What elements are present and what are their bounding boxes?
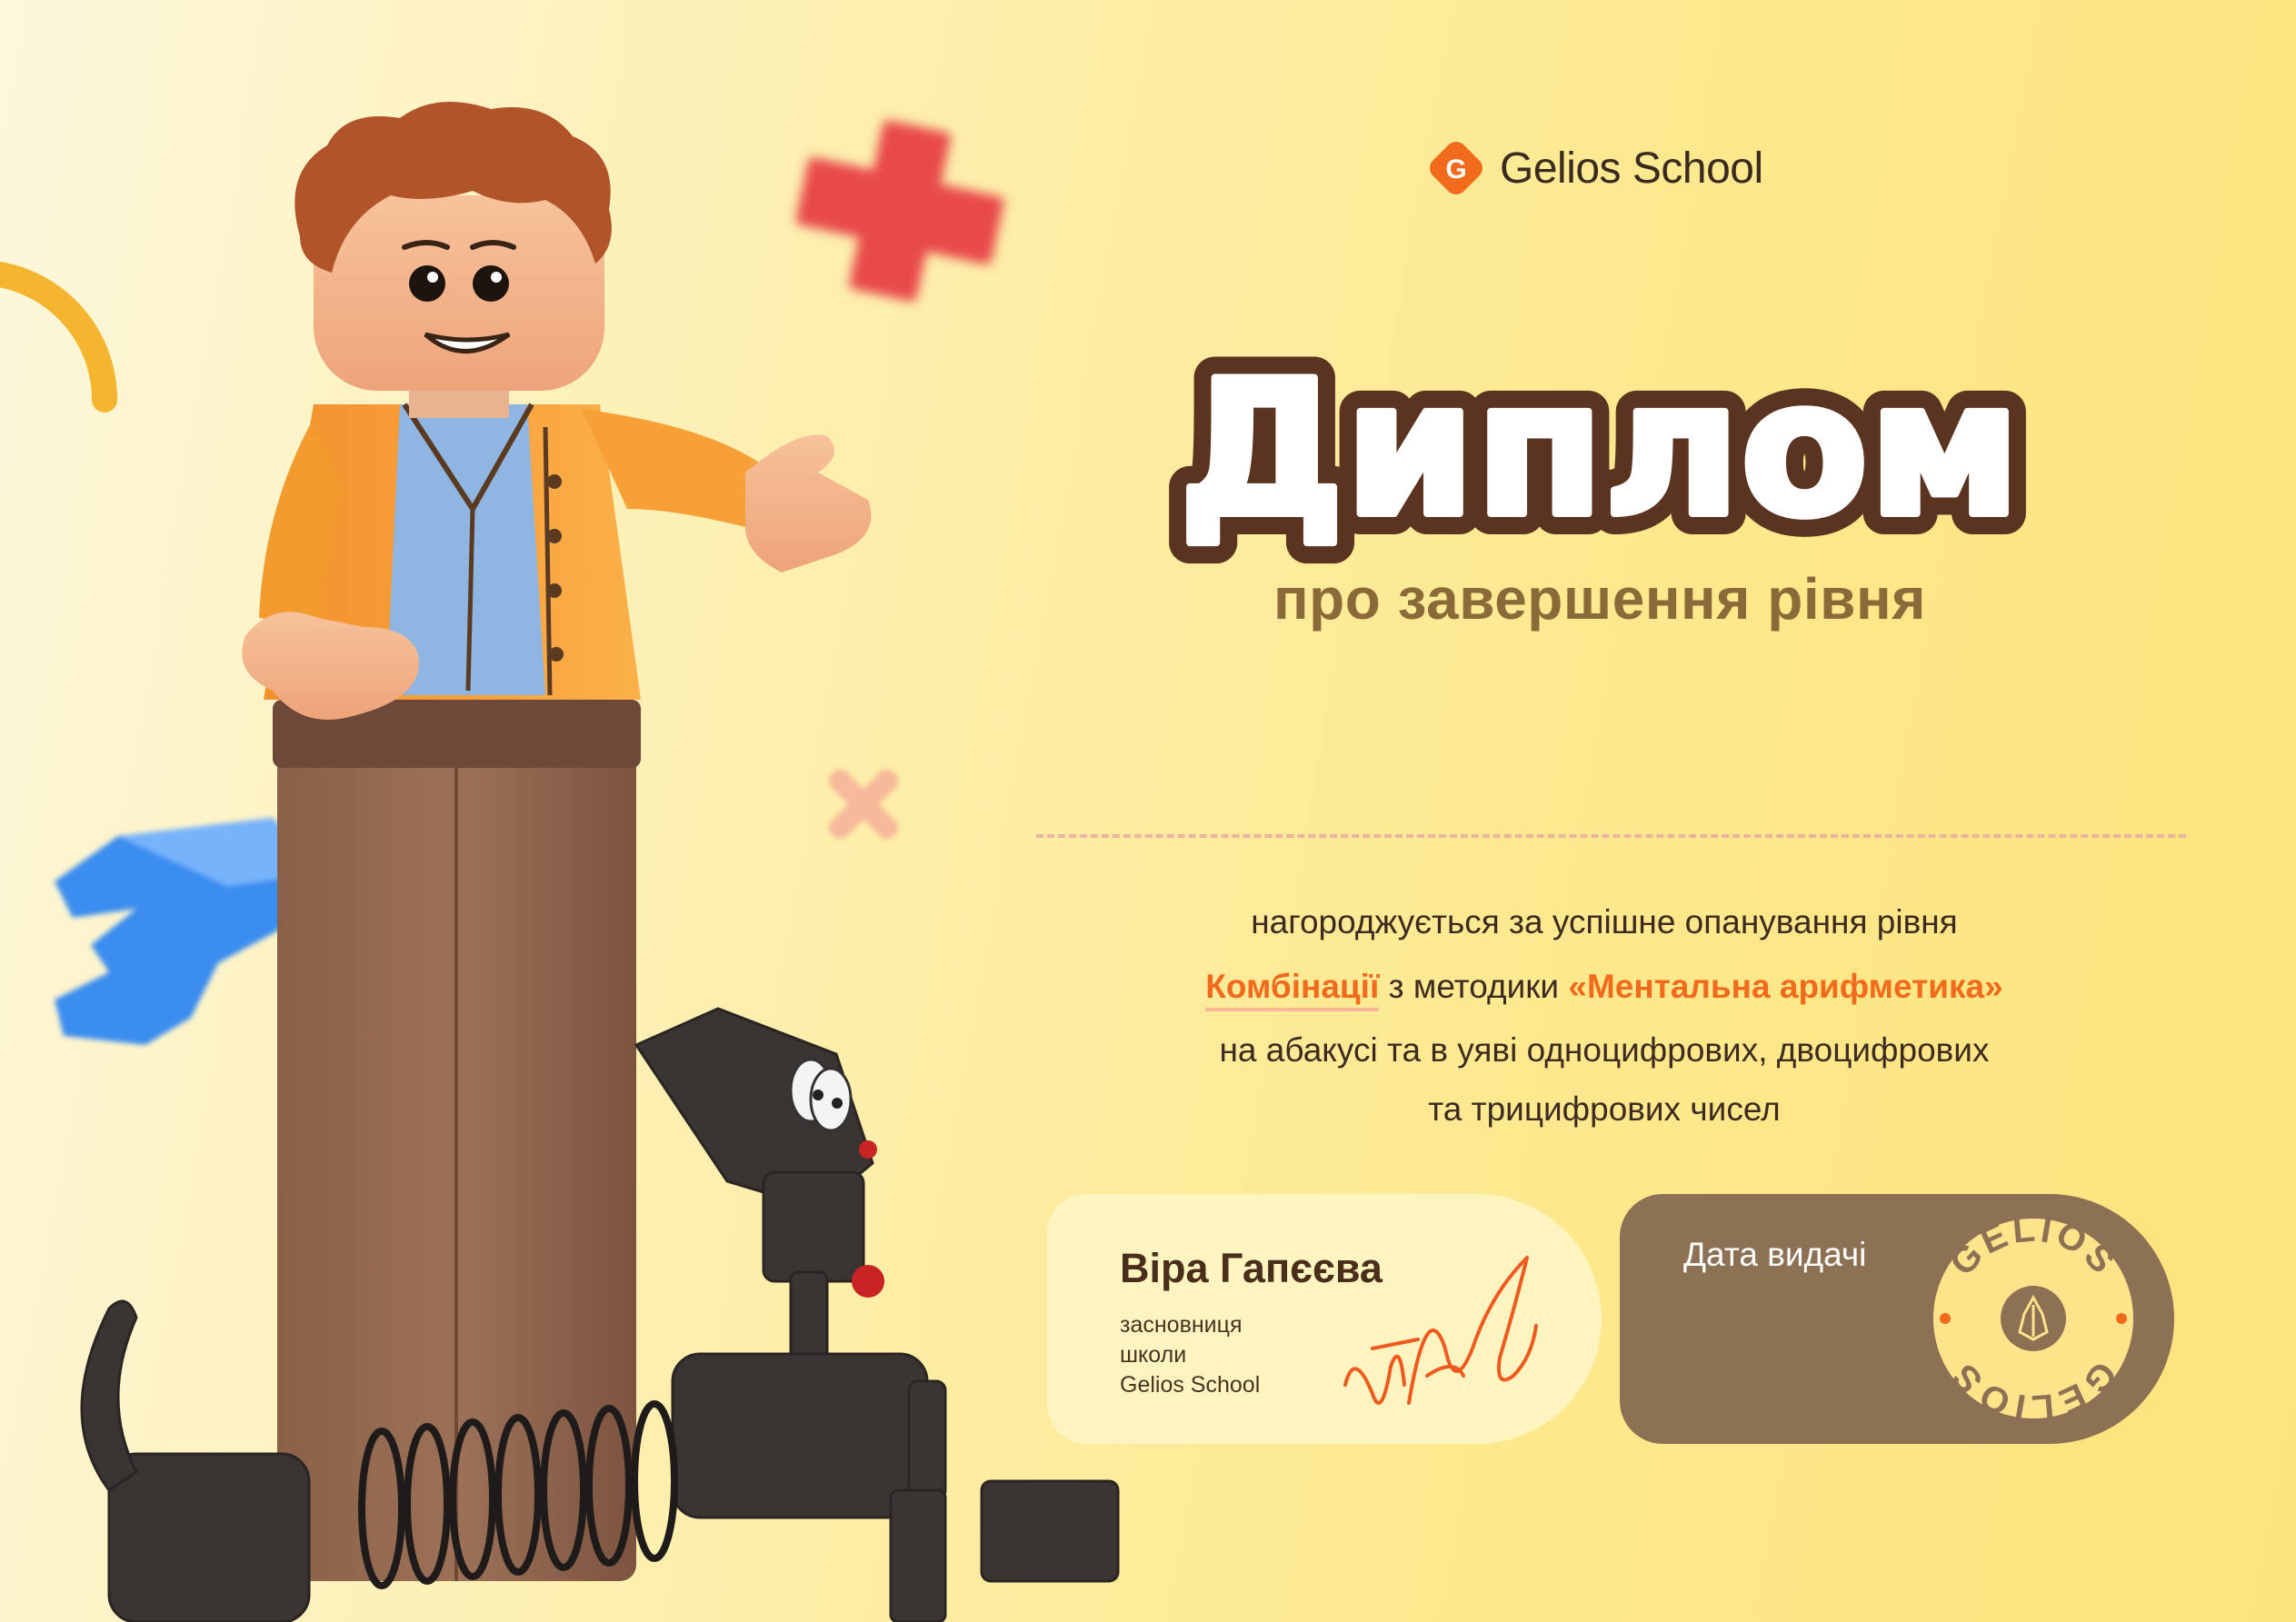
level-name: Комбінації <box>1205 968 1380 1011</box>
award-line-4: та трицифрових чисел <box>1428 1090 1781 1128</box>
method-name: «Ментальна арифметика» <box>1568 968 2003 1005</box>
award-line-3: на абакусі та в уяві одноцифрових, двоци… <box>1219 1031 1990 1069</box>
dashed-divider <box>1036 834 2186 838</box>
decor-arc <box>0 261 117 413</box>
issue-date-label: Дата видачі <box>1683 1236 1867 1273</box>
diploma-page: G Gelios School Диплом Диплом про заверш… <box>0 0 2296 1622</box>
gelios-logo-icon: G <box>1430 142 1482 194</box>
signer-role: засновниця школи Gelios School <box>1120 1312 1261 1398</box>
figure-hand-right <box>745 434 872 572</box>
decor-red-plus <box>795 120 1004 302</box>
brand-name: Gelios School <box>1500 144 1763 193</box>
handwritten-signature <box>1343 1256 1538 1405</box>
issue-date-card: Дата видачі GELIOS GELIOS <box>1620 1194 2174 1444</box>
connector-text: з методики <box>1388 968 1560 1005</box>
award-line-1: нагороджується за успішне опанування рів… <box>1251 903 1958 940</box>
signature-card: Віра Гапєєва засновниця школи Gelios Sch… <box>1047 1194 1602 1444</box>
gelios-stamp-seal: GELIOS GELIOS <box>1933 1214 2133 1423</box>
brand-logo: G Gelios School <box>1429 136 1763 200</box>
title-fill: Диплом <box>1179 342 2021 558</box>
award-line-2: Комбінації з методики «Ментальна арифмет… <box>1045 968 2163 1011</box>
diploma-subtitle: про завершення рівня <box>1273 566 1926 632</box>
figure-head <box>314 195 604 391</box>
illustration-lego-figure <box>0 102 1120 1622</box>
decor-peach-star <box>828 769 899 840</box>
diploma-title: Диплом Диплом <box>1158 321 2041 579</box>
svg-text:G: G <box>1445 154 1466 184</box>
